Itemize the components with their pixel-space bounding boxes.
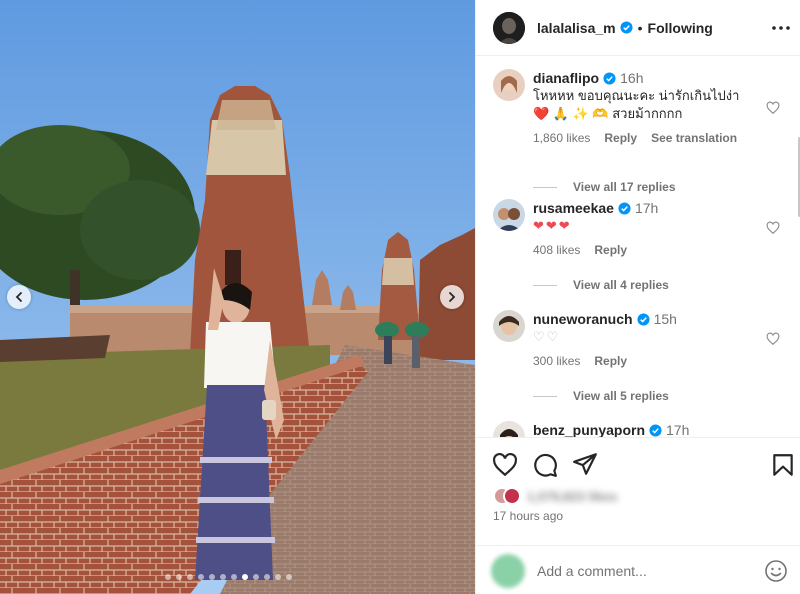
verified-badge-icon xyxy=(649,424,662,437)
paper-plane-icon[interactable] xyxy=(572,451,598,477)
comment-like-heart-icon[interactable] xyxy=(766,221,780,235)
reply-button[interactable]: Reply xyxy=(594,243,627,257)
more-horizontal-icon xyxy=(772,26,790,30)
carousel-dot xyxy=(242,574,248,580)
chevron-right-icon xyxy=(449,292,456,302)
comment-username[interactable]: nuneworanuch xyxy=(533,311,633,327)
comment-username[interactable]: dianaflipo xyxy=(533,70,599,86)
comment-text: ❤❤❤ xyxy=(533,218,572,233)
comment-likes[interactable]: 1,860 likes xyxy=(533,131,590,145)
header-separator: • xyxy=(637,19,643,36)
verified-badge-icon xyxy=(637,313,650,326)
emoji-smile-icon[interactable] xyxy=(764,559,788,583)
current-user-avatar xyxy=(491,553,525,588)
post-panel: lalalalisa_m • Following dianaflipo 16h โ… xyxy=(475,0,800,594)
verified-badge-icon xyxy=(618,202,631,215)
post-timestamp: 17 hours ago xyxy=(493,509,564,523)
next-photo-button[interactable] xyxy=(440,285,464,309)
carousel-dot xyxy=(209,574,215,580)
comment-bubble-icon[interactable] xyxy=(532,452,558,478)
comment-text-continued: สวยม้ากกกก xyxy=(612,106,683,121)
view-replies-button[interactable]: View all 4 replies xyxy=(533,278,669,292)
carousel-dot xyxy=(198,574,204,580)
author-username[interactable]: lalalalisa_m xyxy=(537,20,616,36)
comment-like-heart-icon[interactable] xyxy=(766,332,780,346)
comment-input[interactable] xyxy=(537,562,757,579)
view-replies-button[interactable]: View all 17 replies xyxy=(533,180,676,194)
carousel-dot xyxy=(231,574,237,580)
view-replies-label: View all 5 replies xyxy=(573,389,669,403)
comment-time: 17h xyxy=(634,200,659,216)
comment-username[interactable]: rusameekae xyxy=(533,200,614,216)
following-button[interactable]: Following xyxy=(648,20,713,36)
comment-emojis: ❤️ 🙏 ✨ 🫶 xyxy=(533,106,609,121)
carousel-dot xyxy=(176,574,182,580)
reply-button[interactable]: Reply xyxy=(604,131,637,145)
carousel-indicator xyxy=(165,574,292,580)
carousel-dot xyxy=(165,574,171,580)
comment-time: 17h xyxy=(666,422,690,437)
heart-icon[interactable] xyxy=(492,452,518,478)
comment-text: โหหหห ขอบคุณนะคะ น่ารักเกินไปง่า xyxy=(533,88,740,103)
previous-photo-button[interactable] xyxy=(7,285,31,309)
comment-text-line2: ❤️ 🙏 ✨ 🫶 สวยม้ากกกก xyxy=(533,105,758,123)
see-translation-button[interactable]: See translation xyxy=(651,131,737,145)
photo-scene xyxy=(0,0,475,594)
comment-text: ♡♡ xyxy=(533,329,561,344)
view-replies-label: View all 4 replies xyxy=(573,278,669,292)
comment-likes[interactable]: 408 likes xyxy=(533,243,580,257)
commenter-avatar[interactable] xyxy=(493,310,525,342)
carousel-dot xyxy=(187,574,193,580)
comment-username[interactable]: benz_punyaporn xyxy=(533,422,645,437)
reply-button[interactable]: Reply xyxy=(594,354,627,368)
view-replies-button[interactable]: View all 5 replies xyxy=(533,389,669,403)
verified-badge-icon xyxy=(603,72,616,85)
carousel-dot xyxy=(253,574,259,580)
commenter-avatar[interactable] xyxy=(493,69,525,101)
commenter-avatar[interactable] xyxy=(493,421,525,437)
likes-count[interactable]: 1,079,823 likes xyxy=(527,489,617,504)
chevron-left-icon xyxy=(15,292,22,302)
post-actions: 1,079,823 likes 17 hours ago xyxy=(476,437,800,594)
comment-like-heart-icon[interactable] xyxy=(766,101,780,115)
comment-time: 16h xyxy=(620,70,644,86)
carousel-dot xyxy=(286,574,292,580)
carousel-dot xyxy=(264,574,270,580)
bookmark-icon[interactable] xyxy=(770,452,796,478)
add-comment-bar xyxy=(476,545,800,594)
comments-list[interactable]: dianaflipo 16h โหหหห ขอบคุณนะคะ น่ารักเกิ… xyxy=(476,57,800,437)
carousel-dot xyxy=(275,574,281,580)
post-photo xyxy=(0,0,475,594)
carousel-dot xyxy=(220,574,226,580)
comment-likes[interactable]: 300 likes xyxy=(533,354,580,368)
liker-avatar xyxy=(503,487,521,505)
view-replies-label: View all 17 replies xyxy=(573,180,676,194)
author-avatar[interactable] xyxy=(493,11,525,44)
commenter-avatar[interactable] xyxy=(493,199,525,231)
comment-time: 15h xyxy=(653,311,677,327)
post-header: lalalalisa_m • Following xyxy=(476,0,800,56)
likes-summary[interactable]: 1,079,823 likes xyxy=(493,487,617,505)
more-options-button[interactable] xyxy=(771,18,791,38)
verified-badge-icon xyxy=(620,21,633,34)
